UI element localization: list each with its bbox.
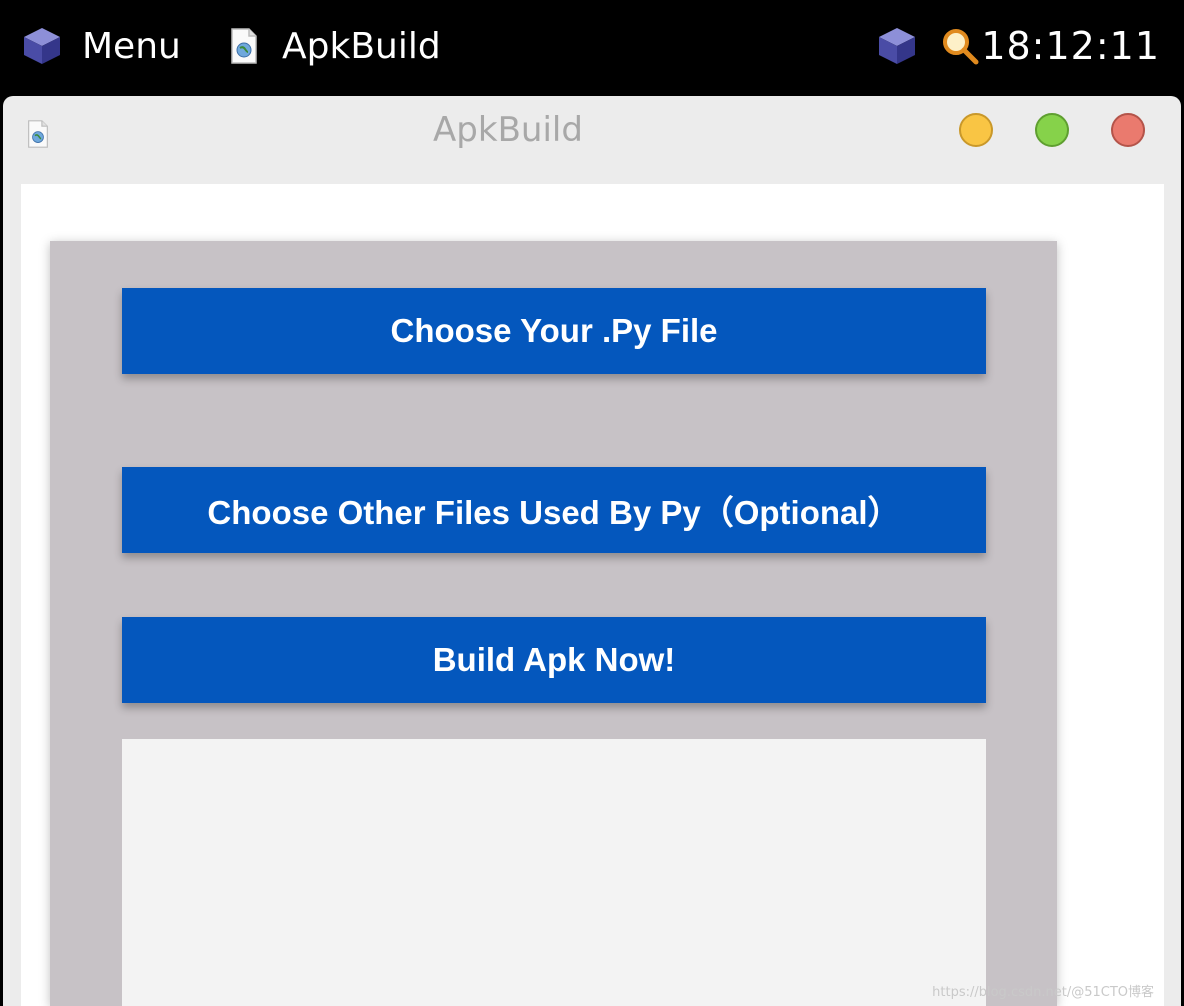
tray-cube-button[interactable]	[877, 0, 917, 92]
cube-icon	[24, 28, 60, 64]
magnifier-icon	[943, 29, 979, 65]
menu-button[interactable]: Menu	[22, 0, 181, 92]
build-apk-button[interactable]: Build Apk Now!	[122, 617, 986, 703]
tray-search-button[interactable]	[940, 0, 980, 92]
taskbar-app-label: ApkBuild	[282, 25, 441, 67]
window-titlebar[interactable]: ApkBuild	[3, 96, 1181, 184]
document-globe-icon	[231, 28, 257, 64]
choose-py-file-button[interactable]: Choose Your .Py File	[122, 288, 986, 374]
system-top-bar: Menu ApkBuild 18:12:11	[0, 0, 1184, 92]
main-panel: Choose Your .Py File Choose Other Files …	[50, 241, 1057, 1006]
output-textbox[interactable]	[122, 739, 986, 1006]
minimize-button[interactable]	[959, 113, 993, 147]
clock: 18:12:11	[981, 24, 1160, 68]
close-button[interactable]	[1111, 113, 1145, 147]
window-title: ApkBuild	[433, 110, 583, 150]
cube-icon	[879, 28, 915, 64]
choose-other-files-button[interactable]: Choose Other Files Used By Py（Optional）	[122, 467, 986, 553]
maximize-button[interactable]	[1035, 113, 1069, 147]
taskbar-app-apkbuild[interactable]: ApkBuild	[230, 0, 441, 92]
watermark: https://blog.csdn.net/@51CTO博客	[932, 985, 1154, 1000]
menu-label: Menu	[82, 25, 181, 67]
window-content: Choose Your .Py File Choose Other Files …	[21, 184, 1164, 1006]
apkbuild-window: ApkBuild Choose Your .Py File Choose Oth…	[3, 96, 1181, 1006]
